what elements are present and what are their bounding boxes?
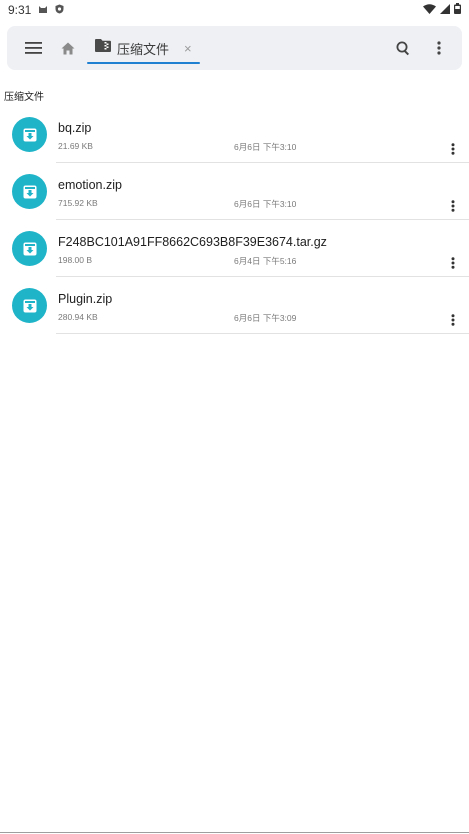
- status-bar: 9:31: [0, 0, 469, 20]
- toolbar-actions: [385, 30, 457, 66]
- file-name: Plugin.zip: [58, 292, 113, 306]
- tab-label: 压缩文件: [117, 41, 170, 57]
- list-item[interactable]: emotion.zip 715.92 KB 6月6日 下午3:10: [0, 163, 469, 220]
- file-size: 280.94 KB: [58, 312, 98, 322]
- archive-file-icon: [12, 288, 47, 323]
- home-icon[interactable]: [53, 30, 83, 66]
- breadcrumb[interactable]: 压缩文件: [4, 88, 44, 103]
- toolbar: 压缩文件 ×: [7, 26, 462, 70]
- signal-icon: [440, 3, 450, 17]
- more-vert-icon[interactable]: [445, 255, 461, 271]
- archive-file-icon: [12, 231, 47, 266]
- status-right: [423, 3, 461, 17]
- more-vert-icon[interactable]: [445, 312, 461, 328]
- tab-archives[interactable]: 压缩文件 ×: [87, 28, 200, 68]
- more-vert-icon[interactable]: [445, 141, 461, 157]
- shield-icon: [55, 3, 64, 17]
- list-item[interactable]: Plugin.zip 280.94 KB 6月6日 下午3:09: [0, 277, 469, 334]
- status-left: 9:31: [8, 3, 64, 17]
- bottom-divider: [0, 832, 469, 833]
- list-item[interactable]: bq.zip 21.69 KB 6月6日 下午3:10: [0, 106, 469, 163]
- file-date: 6月6日 下午3:10: [234, 199, 297, 209]
- archive-file-icon: [12, 174, 47, 209]
- battery-icon: [454, 3, 461, 17]
- file-list: bq.zip 21.69 KB 6月6日 下午3:10 emotion.zip …: [0, 106, 469, 334]
- file-date: 6月4日 下午5:16: [234, 256, 297, 266]
- status-time: 9:31: [8, 3, 32, 17]
- file-date: 6月6日 下午3:10: [234, 142, 297, 152]
- file-date: 6月6日 下午3:09: [234, 313, 297, 323]
- notification-cat-icon: [38, 3, 48, 17]
- more-vert-icon[interactable]: [445, 198, 461, 214]
- file-name: F248BC101A91FF8662C693B8F39E3674.tar.gz: [58, 235, 327, 249]
- list-item[interactable]: F248BC101A91FF8662C693B8F39E3674.tar.gz …: [0, 220, 469, 277]
- tab-close-button[interactable]: ×: [184, 41, 192, 56]
- file-name: emotion.zip: [58, 178, 122, 192]
- archive-file-icon: [12, 117, 47, 152]
- search-icon[interactable]: [385, 30, 421, 66]
- more-vert-icon[interactable]: [421, 30, 457, 66]
- file-name: bq.zip: [58, 121, 92, 135]
- file-size: 198.00 B: [58, 255, 93, 265]
- file-size: 21.69 KB: [58, 141, 93, 151]
- tab-active-indicator: [87, 62, 200, 64]
- menu-icon[interactable]: [16, 30, 52, 66]
- file-size: 715.92 KB: [58, 198, 98, 208]
- folder-archive-icon: [95, 39, 111, 57]
- row-divider: [56, 333, 469, 334]
- wifi-icon: [423, 3, 436, 17]
- file-manager-screen: 9:31 压缩文件 × 压缩文件 bq.zip 21.69 KB 6月6日 下午…: [0, 0, 469, 834]
